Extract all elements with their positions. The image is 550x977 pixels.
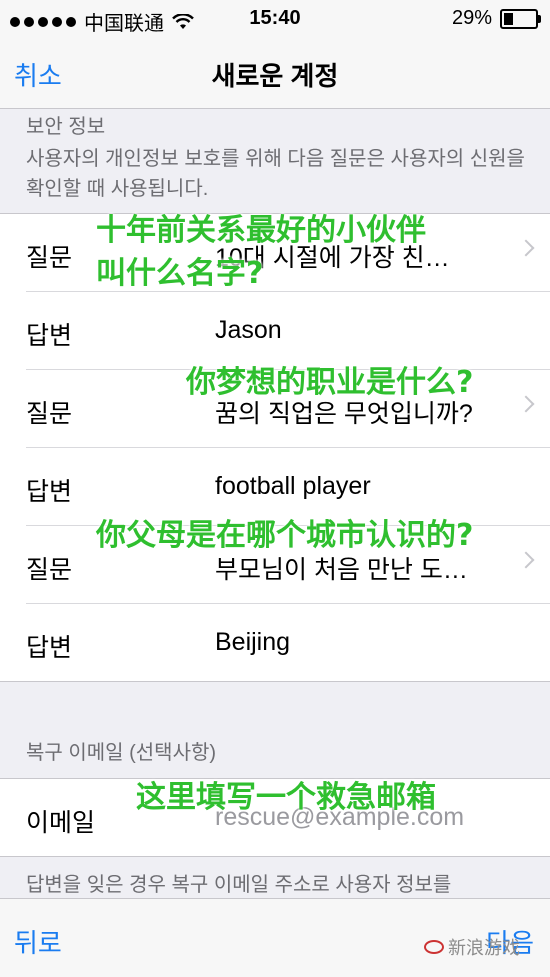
status-right: 29% — [451, 7, 541, 30]
navigation-bar: 취소 새로운 계정 — [0, 36, 550, 109]
annotation-question-3: 你父母是在哪个城市认识的? — [96, 518, 474, 553]
annotation-question-1-line-2: 叫什么名字? — [96, 256, 264, 291]
page-title: 새로운 계정 — [211, 61, 339, 91]
sina-eye-logo-icon — [424, 940, 444, 954]
chevron-right-icon — [517, 551, 535, 569]
row-label: 답변 — [26, 634, 73, 662]
email-label: 이메일 — [26, 809, 96, 837]
row-label: 답변 — [26, 478, 73, 506]
watermark-text: 新浪游戏 — [448, 938, 520, 958]
row-label: 질문 — [26, 556, 73, 584]
battery-icon — [500, 8, 541, 29]
back-button[interactable]: 뒤로 — [14, 923, 62, 960]
row-label: 답변 — [26, 322, 73, 350]
row-label: 질문 — [26, 400, 73, 428]
recovery-section-header: 복구 이메일 (선택사항) — [26, 742, 217, 764]
answer-2-field[interactable]: football player — [215, 472, 371, 501]
row-label: 질문 — [26, 244, 73, 272]
annotation-question-1-line-1: 十年前关系最好的小伙伴 — [96, 213, 426, 248]
sina-games-watermark: 新浪游戏 — [424, 934, 520, 960]
answer-1-field[interactable]: Jason — [215, 316, 282, 345]
annotation-question-2: 你梦想的职业是什么? — [186, 365, 474, 400]
recovery-footer-note: 답변을 잊은 경우 복구 이메일 주소로 사용자 정보를 — [26, 874, 452, 896]
annotation-email: 这里填写一个救急邮箱 — [136, 780, 436, 815]
battery-percent: 29% — [451, 7, 492, 29]
chevron-right-icon — [517, 395, 535, 413]
security-section-header: 보안 정보 — [26, 116, 106, 138]
status-bar: 中国联通 15:40 29% — [0, 0, 550, 36]
row-value: 부모님이 처음 만난 도… — [215, 556, 468, 584]
chevron-right-icon — [517, 239, 535, 257]
answer-3-field[interactable]: Beijing — [215, 628, 290, 657]
security-answer-3-row[interactable]: 답변 Beijing — [26, 604, 550, 681]
security-group: 질문 10대 시절에 가장 친… 답변 Jason 질문 꿈의 직업은 무엇입니… — [0, 213, 550, 682]
security-section-description: 사용자의 개인정보 보호를 위해 다음 질문은 사용자의 신원을 확인할 때 사… — [26, 148, 525, 200]
